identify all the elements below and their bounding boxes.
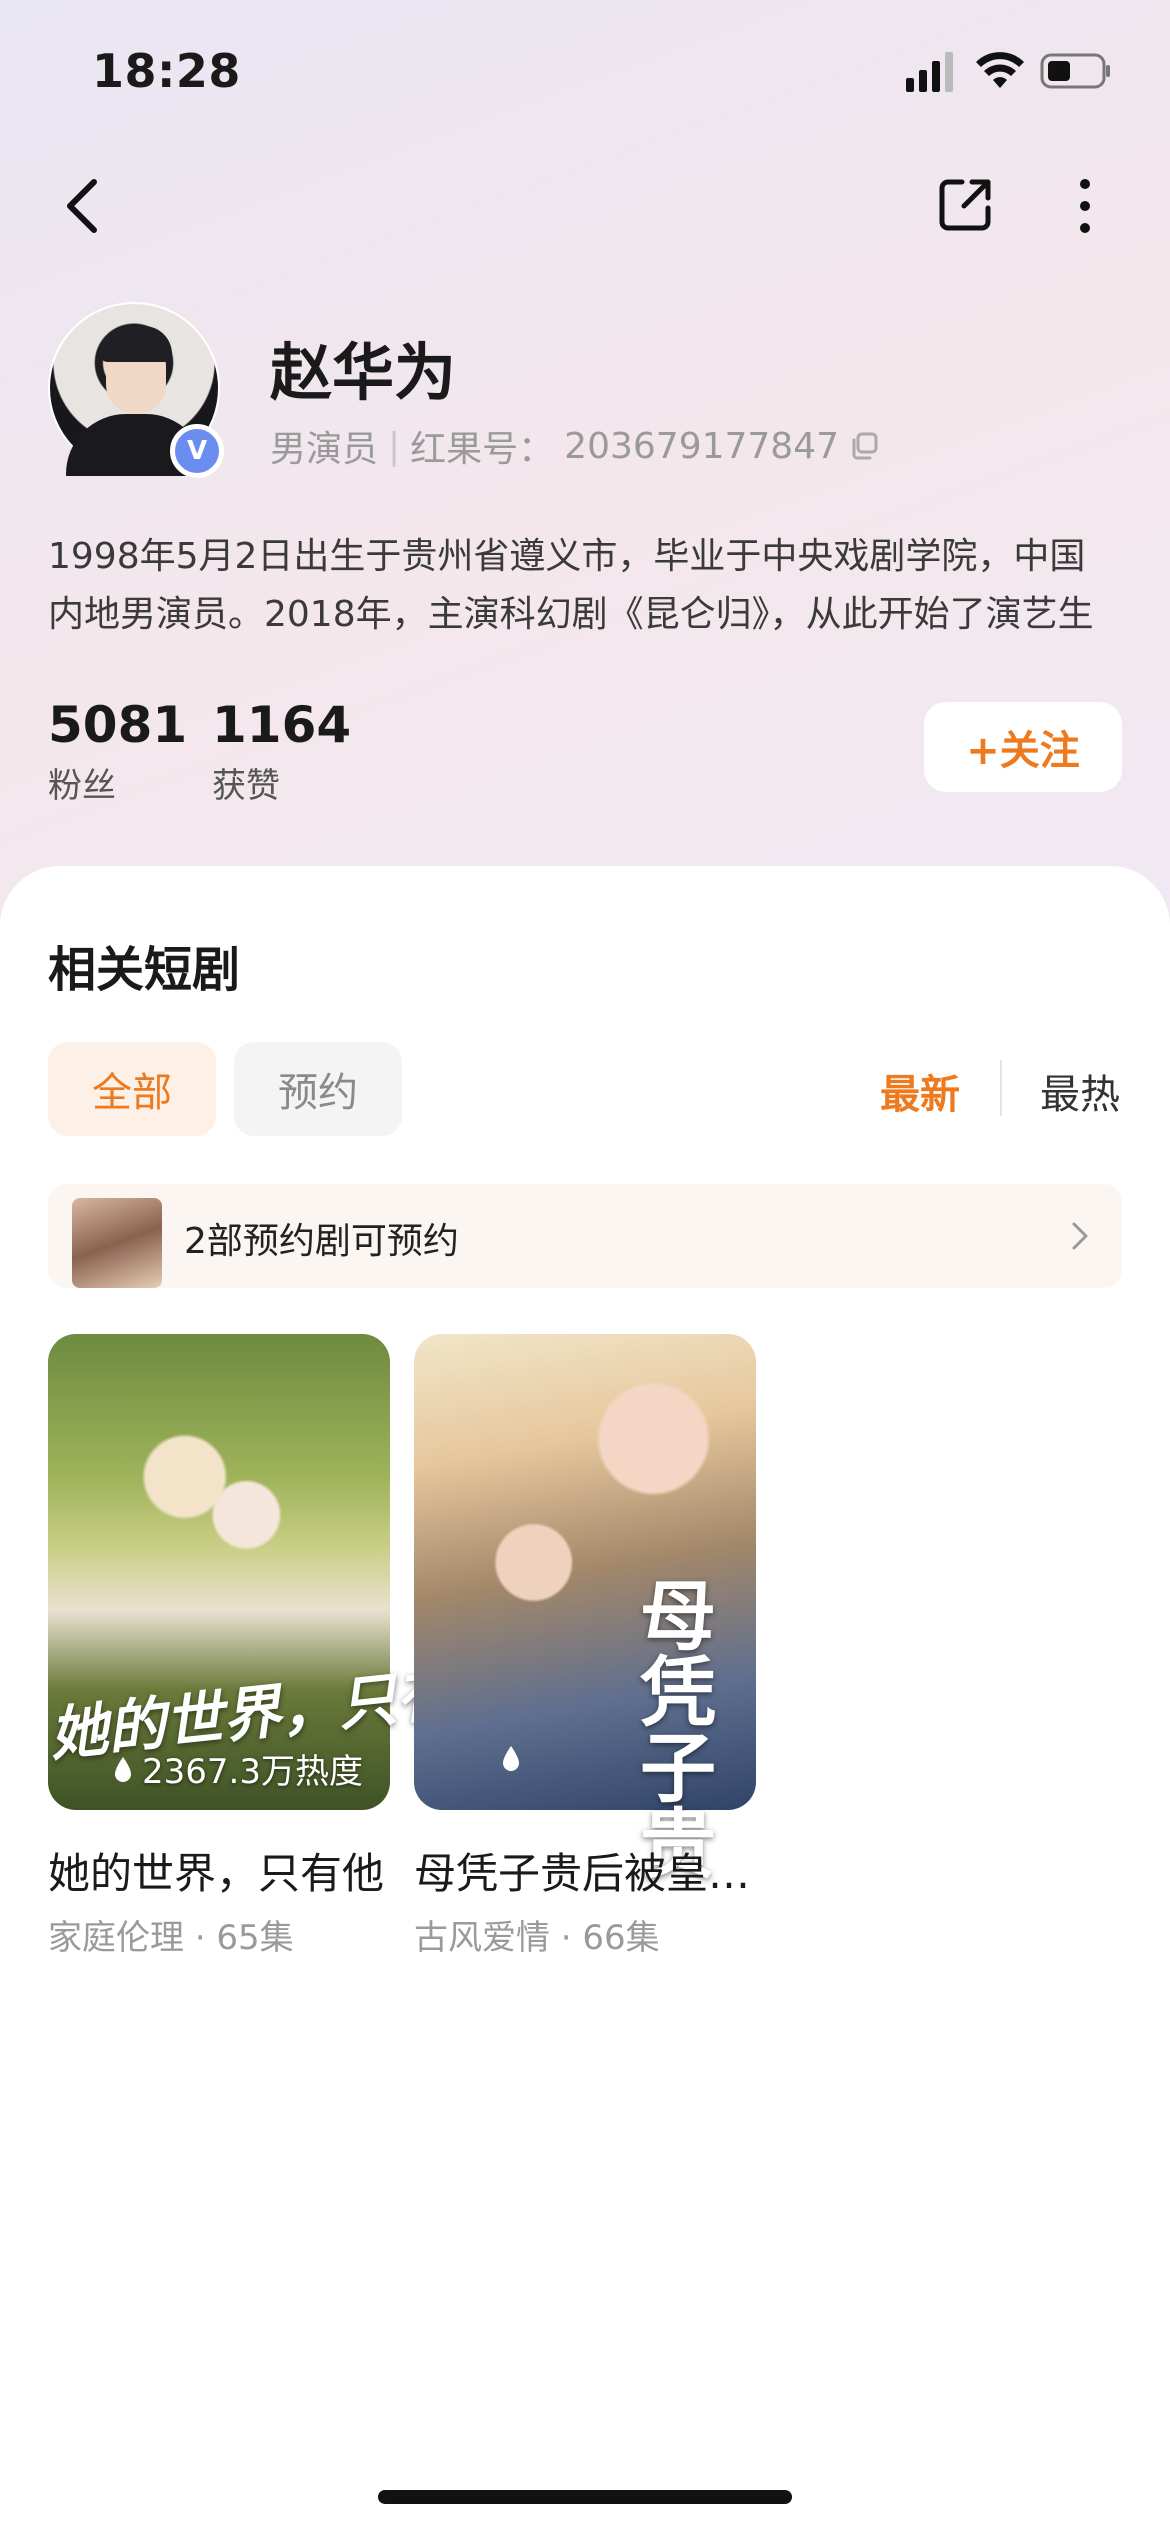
sort-divider: [1000, 1060, 1002, 1116]
share-icon[interactable]: [936, 176, 994, 234]
poster-title-art: 母凭子贵: [627, 1576, 716, 1880]
tab-reserve[interactable]: 预约: [234, 1042, 402, 1136]
battery-icon: [1040, 53, 1110, 89]
more-icon[interactable]: [1068, 176, 1102, 236]
drama-title[interactable]: 她的世界，只有他: [48, 1840, 404, 1901]
subline-divider: |: [388, 425, 401, 467]
drama-meta: 家庭伦理 · 65集: [48, 1918, 294, 1958]
profile-role: 男演员: [270, 429, 379, 470]
likes-label[interactable]: 获赞: [212, 758, 280, 807]
reserve-text: 2部预约剧可预约: [184, 1221, 459, 1262]
drama-meta: 古风爱情 · 66集: [414, 1918, 660, 1958]
fans-count[interactable]: 5081: [48, 696, 187, 754]
likes-count[interactable]: 1164: [212, 696, 351, 754]
copy-icon[interactable]: [849, 431, 879, 461]
follow-button[interactable]: +关注: [924, 702, 1122, 792]
reserve-thumbnail: [72, 1198, 162, 1288]
heat-drop-icon: [503, 1746, 519, 1771]
back-icon[interactable]: [58, 176, 108, 236]
heat-indicator: [500, 1744, 530, 1772]
section-title: 相关短剧: [48, 942, 241, 998]
fans-label[interactable]: 粉丝: [48, 758, 116, 807]
profile-id-label: 红果号：: [410, 429, 555, 470]
profile-bio[interactable]: 1998年5月2日出生于贵州省遵义市，毕业于中央戏剧学院，中国内地男演员。201…: [48, 528, 1118, 644]
status-time: 18:28: [92, 44, 241, 98]
sort-hottest[interactable]: 最热: [1040, 1062, 1120, 1120]
heat-value: 2367.3万热度: [142, 1752, 363, 1792]
heat-indicator: 2367.3万热度: [112, 1744, 363, 1793]
tab-all[interactable]: 全部: [48, 1042, 216, 1136]
sort-newest[interactable]: 最新: [880, 1062, 960, 1120]
profile-subline: 男演员 | 红果号： 203679177847: [270, 420, 879, 472]
drama-title[interactable]: 母凭子贵后被皇家宠上天: [414, 1840, 756, 1901]
wifi-icon: [976, 52, 1024, 88]
signal-icon: [906, 52, 953, 92]
profile-id-value: 203679177847: [564, 425, 840, 467]
verified-badge: V: [170, 424, 224, 478]
home-indicator[interactable]: [378, 2490, 792, 2504]
profile-name: 赵华为: [270, 336, 457, 409]
chevron-right-icon: [1072, 1222, 1088, 1250]
heat-drop-icon: [115, 1756, 131, 1782]
